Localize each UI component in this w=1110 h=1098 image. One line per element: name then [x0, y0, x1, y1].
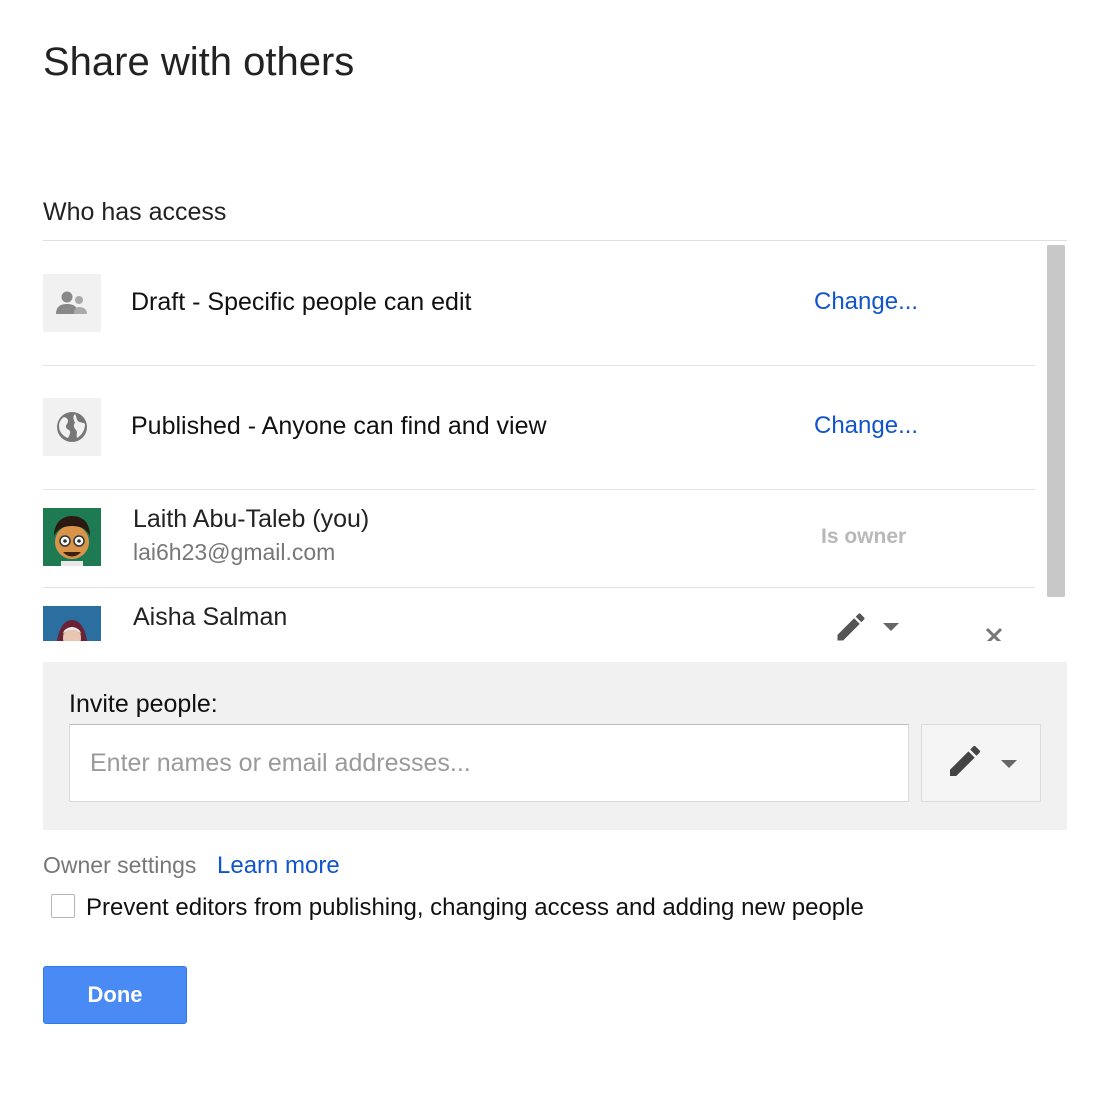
people-icon: [43, 274, 101, 332]
prevent-editors-label[interactable]: Prevent editors from publishing, changin…: [86, 894, 864, 922]
draft-change-link[interactable]: Change...: [814, 288, 918, 316]
scrollbar[interactable]: [1045, 241, 1067, 641]
person-row-owner: Laith Abu-Taleb (you) lai6h23@gmail.com …: [43, 489, 1035, 588]
person-email: lai6h23@gmail.com: [133, 539, 336, 565]
invite-permission-dropdown[interactable]: [921, 724, 1041, 802]
published-access-text: Published - Anyone can find and view: [131, 412, 547, 440]
published-change-link[interactable]: Change...: [814, 412, 918, 440]
close-icon[interactable]: [981, 623, 1007, 641]
person-row-editor: Aisha Salman: [43, 587, 1035, 641]
globe-icon: [43, 398, 101, 456]
dialog-title: Share with others: [43, 40, 355, 84]
done-button[interactable]: Done: [43, 966, 187, 1024]
owner-role-label: Is owner: [821, 525, 907, 548]
pencil-icon: [945, 741, 985, 786]
chevron-down-icon: [1001, 757, 1017, 775]
access-row-draft: Draft - Specific people can edit Change.…: [43, 241, 1035, 366]
access-row-published: Published - Anyone can find and view Cha…: [43, 365, 1035, 490]
invite-panel: Invite people:: [43, 662, 1067, 830]
who-has-access-heading: Who has access: [43, 198, 227, 226]
learn-more-link[interactable]: Learn more: [217, 852, 340, 880]
invite-input[interactable]: [69, 724, 909, 802]
chevron-down-icon: [883, 620, 899, 638]
prevent-editors-checkbox[interactable]: [51, 894, 75, 918]
person-name: Aisha Salman: [133, 603, 288, 631]
access-list[interactable]: Draft - Specific people can edit Change.…: [43, 241, 1067, 641]
scrollbar-thumb[interactable]: [1047, 245, 1065, 597]
person-name: Laith Abu-Taleb (you): [133, 505, 370, 533]
pencil-icon: [833, 609, 869, 642]
permission-dropdown[interactable]: [833, 609, 913, 641]
avatar: [43, 508, 101, 566]
owner-settings-label: Owner settings: [43, 852, 197, 878]
draft-access-text: Draft - Specific people can edit: [131, 288, 472, 316]
avatar: [43, 606, 101, 641]
invite-label: Invite people:: [69, 690, 218, 718]
